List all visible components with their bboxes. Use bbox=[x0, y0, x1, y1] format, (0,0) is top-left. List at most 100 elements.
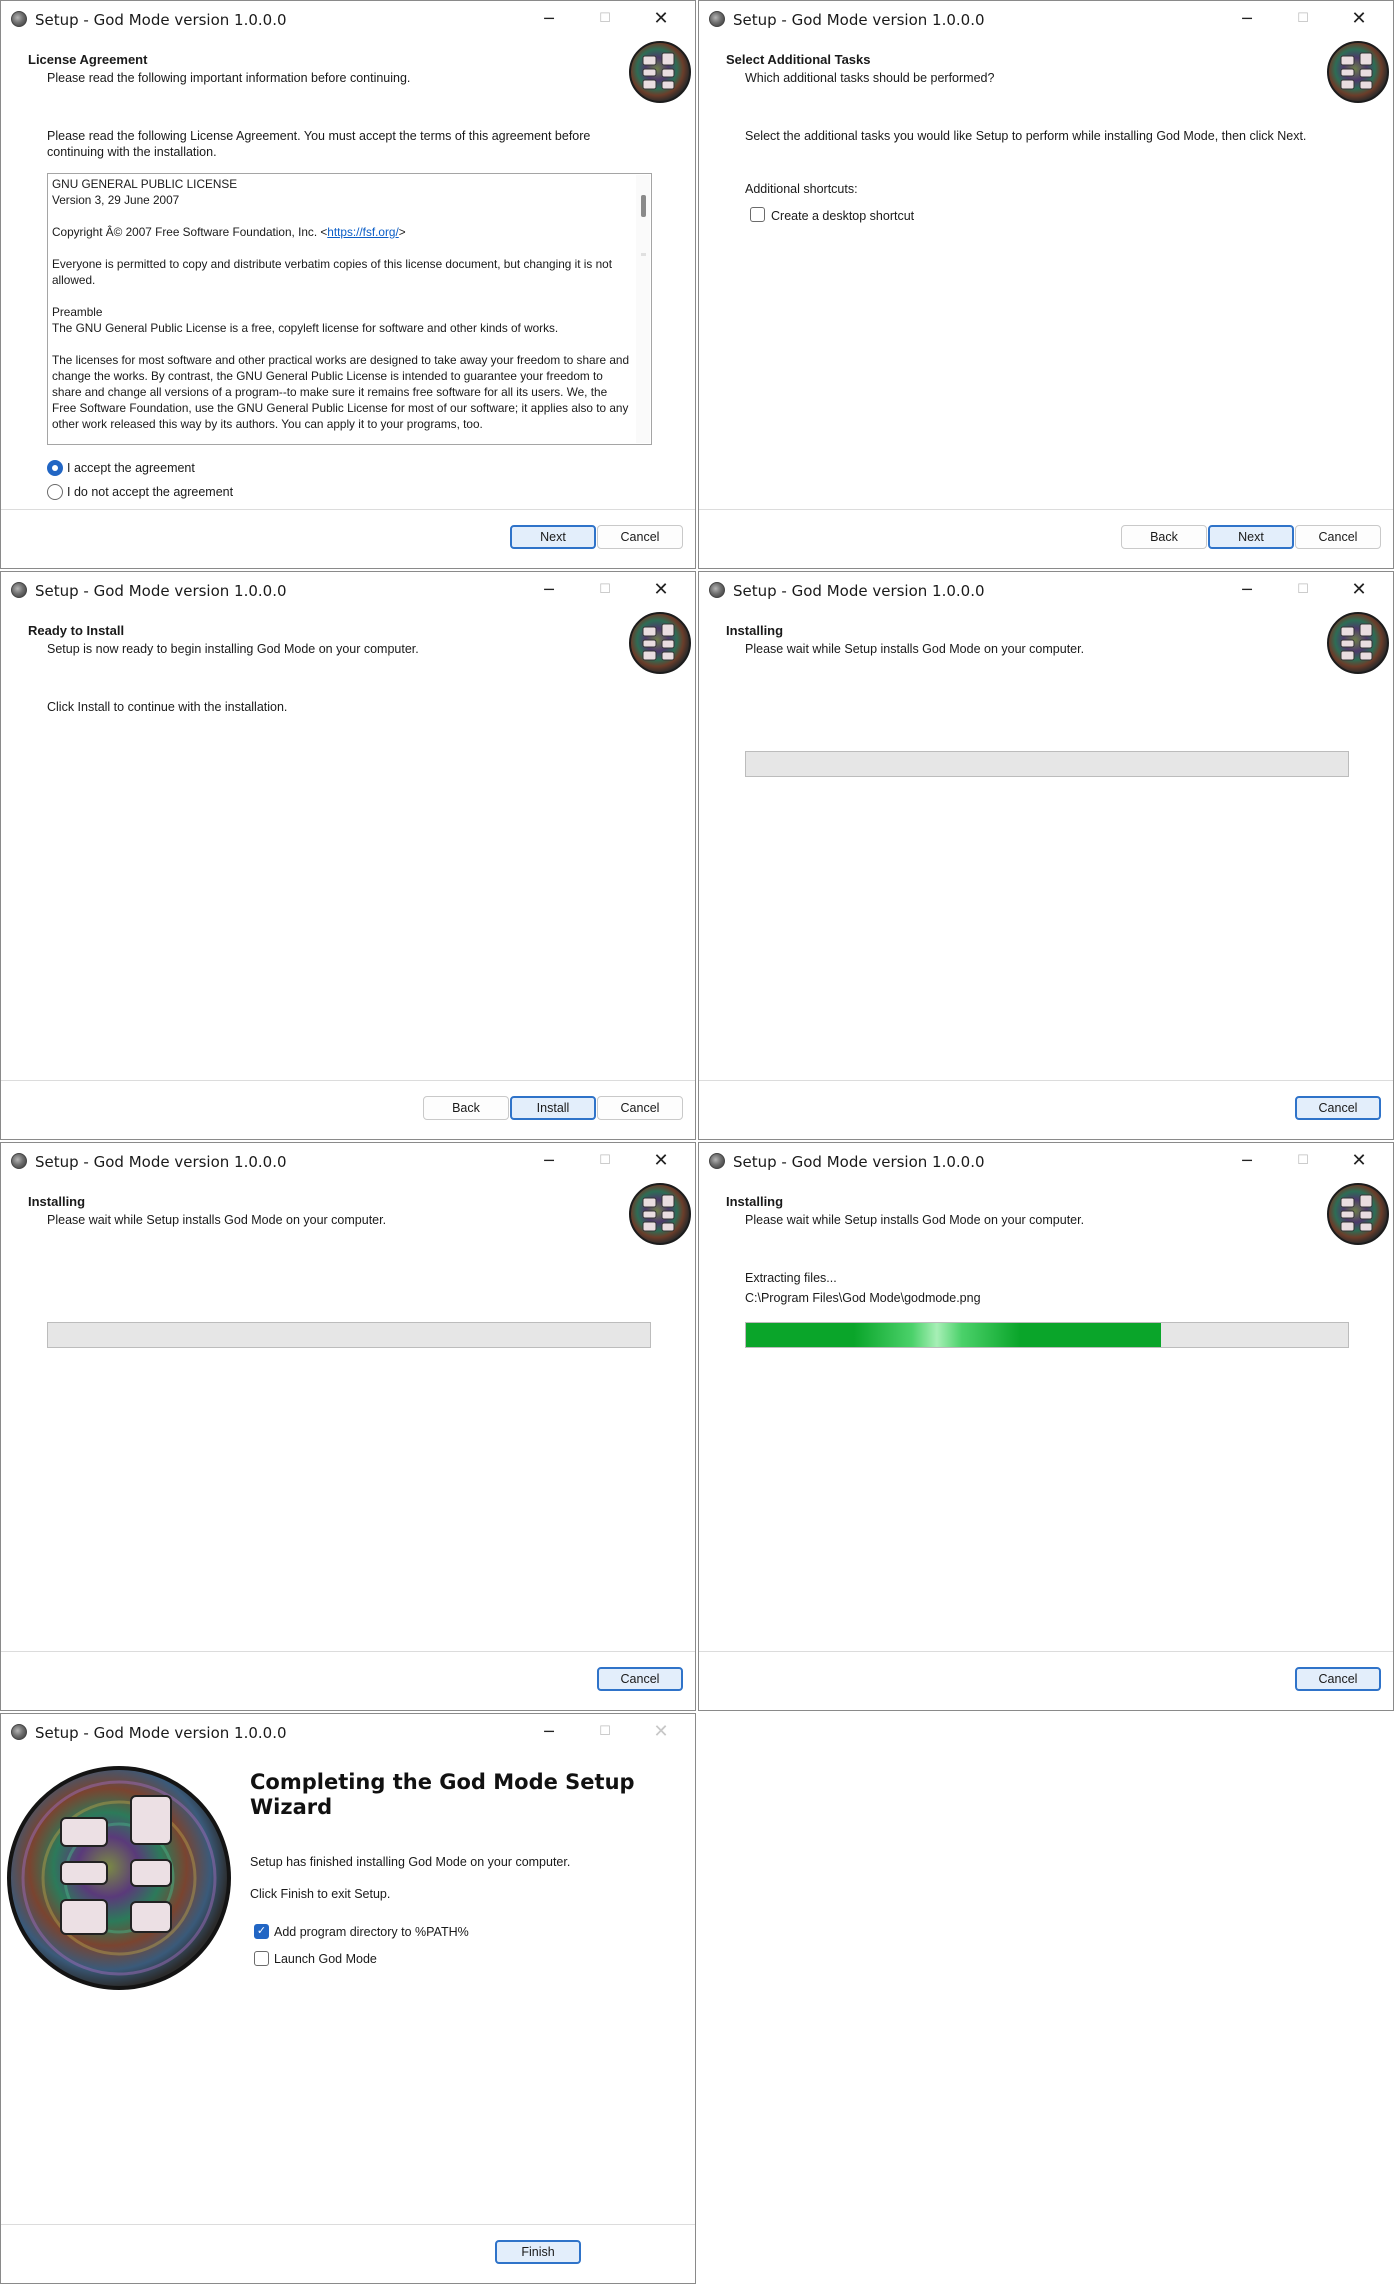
license-line: Copyright Â© 2007 Free Software Foundati… bbox=[52, 225, 328, 239]
next-button[interactable]: Next bbox=[1208, 525, 1294, 549]
finish-window: Setup - God Mode version 1.0.0.0 ─ ☐ ✕ C… bbox=[0, 1713, 696, 2284]
license-line: GNU GENERAL PUBLIC LICENSE bbox=[52, 177, 238, 191]
cancel-button[interactable]: Cancel bbox=[1295, 1667, 1381, 1691]
next-button[interactable]: Next bbox=[510, 525, 596, 549]
finish-title: Completing the God Mode Setup Wizard bbox=[250, 1770, 635, 1819]
close-button[interactable]: ✕ bbox=[1339, 578, 1379, 602]
license-window: Setup - God Mode version 1.0.0.0 ─ ☐ ✕ L… bbox=[0, 0, 696, 569]
tasks-window: Setup - God Mode version 1.0.0.0 ─ ☐ ✕ S… bbox=[698, 0, 1394, 569]
license-intro: Please read the following License Agreem… bbox=[47, 129, 591, 159]
progress-bar bbox=[745, 1322, 1349, 1348]
title-bar[interactable]: Setup - God Mode version 1.0.0.0 ─ ☐ ✕ bbox=[699, 572, 1393, 608]
maximize-button[interactable]: ☐ bbox=[585, 578, 625, 602]
button-bar: Cancel bbox=[699, 1651, 1393, 1710]
cancel-button[interactable]: Cancel bbox=[597, 1667, 683, 1691]
cancel-button[interactable]: Cancel bbox=[1295, 525, 1381, 549]
title-bar[interactable]: Setup - God Mode version 1.0.0.0 ─ ☐ ✕ bbox=[699, 1, 1393, 37]
close-button[interactable]: ✕ bbox=[641, 1149, 681, 1173]
minimize-button[interactable]: ─ bbox=[529, 1720, 569, 1744]
desktop-shortcut-checkbox[interactable] bbox=[750, 207, 765, 222]
close-button[interactable]: ✕ bbox=[641, 1720, 681, 1744]
close-button[interactable]: ✕ bbox=[641, 7, 681, 31]
license-line: The licenses for most software and other… bbox=[52, 353, 633, 431]
title-bar[interactable]: Setup - God Mode version 1.0.0.0 ─ ☐ ✕ bbox=[699, 1143, 1393, 1179]
close-button[interactable]: ✕ bbox=[641, 578, 681, 602]
button-bar: Cancel bbox=[1, 1651, 695, 1710]
back-button[interactable]: Back bbox=[423, 1096, 509, 1120]
button-bar: Cancel bbox=[699, 1080, 1393, 1139]
window-title: Setup - God Mode version 1.0.0.0 bbox=[35, 1153, 287, 1171]
back-button[interactable]: Back bbox=[1121, 525, 1207, 549]
app-icon bbox=[11, 1153, 27, 1169]
accept-label[interactable]: I accept the agreement bbox=[67, 461, 195, 475]
ready-window: Setup - God Mode version 1.0.0.0 ─ ☐ ✕ R… bbox=[0, 571, 696, 1140]
page-title: Select Additional Tasks bbox=[726, 52, 871, 67]
maximize-button[interactable]: ☐ bbox=[1283, 578, 1323, 602]
install-button[interactable]: Install bbox=[510, 1096, 596, 1120]
title-bar[interactable]: Setup - God Mode version 1.0.0.0 ─ ☐ ✕ bbox=[1, 572, 695, 608]
maximize-button[interactable]: ☐ bbox=[585, 1720, 625, 1744]
minimize-button[interactable]: ─ bbox=[1227, 1149, 1267, 1173]
decline-radio[interactable] bbox=[47, 484, 63, 500]
maximize-button[interactable]: ☐ bbox=[585, 1149, 625, 1173]
page-subtitle: Which additional tasks should be perform… bbox=[745, 71, 995, 85]
tasks-intro: Select the additional tasks you would li… bbox=[745, 129, 1307, 143]
add-path-checkbox[interactable]: ✓ bbox=[254, 1924, 269, 1939]
button-bar: Finish bbox=[1, 2224, 695, 2283]
accept-radio[interactable] bbox=[47, 460, 63, 476]
title-bar[interactable]: Setup - God Mode version 1.0.0.0 ─ ☐ ✕ bbox=[1, 1, 695, 37]
close-button[interactable]: ✕ bbox=[1339, 1149, 1379, 1173]
god-mode-logo bbox=[1327, 1183, 1389, 1245]
god-mode-logo bbox=[1327, 41, 1389, 103]
page-title: Installing bbox=[28, 1194, 86, 1209]
cancel-button[interactable]: Cancel bbox=[597, 525, 683, 549]
window-title: Setup - God Mode version 1.0.0.0 bbox=[733, 1153, 985, 1171]
minimize-button[interactable]: ─ bbox=[529, 578, 569, 602]
button-bar: Back Install Cancel bbox=[1, 1080, 695, 1139]
maximize-button[interactable]: ☐ bbox=[1283, 1149, 1323, 1173]
finish-line-2: Click Finish to exit Setup. bbox=[250, 1887, 391, 1901]
window-title: Setup - God Mode version 1.0.0.0 bbox=[35, 582, 287, 600]
progress-bar bbox=[745, 751, 1349, 777]
license-line: Everyone is permitted to copy and distri… bbox=[52, 257, 616, 287]
cancel-button[interactable]: Cancel bbox=[1295, 1096, 1381, 1120]
installing-window-1: Setup - God Mode version 1.0.0.0 ─ ☐ ✕ I… bbox=[698, 571, 1394, 1140]
scroll-thumb[interactable] bbox=[641, 195, 646, 217]
add-path-label[interactable]: Add program directory to %PATH% bbox=[274, 1925, 469, 1939]
title-bar[interactable]: Setup - God Mode version 1.0.0.0 ─ ☐ ✕ bbox=[1, 1143, 695, 1179]
launch-checkbox[interactable] bbox=[254, 1951, 269, 1966]
app-icon bbox=[709, 11, 725, 27]
app-icon bbox=[11, 582, 27, 598]
decline-label[interactable]: I do not accept the agreement bbox=[67, 485, 233, 499]
page-subtitle: Please wait while Setup installs God Mod… bbox=[745, 642, 1085, 656]
maximize-button[interactable]: ☐ bbox=[585, 7, 625, 31]
minimize-button[interactable]: ─ bbox=[1227, 7, 1267, 31]
maximize-button[interactable]: ☐ bbox=[1283, 7, 1323, 31]
close-button[interactable]: ✕ bbox=[1339, 7, 1379, 31]
page-title: Installing bbox=[726, 623, 784, 638]
button-bar: Next Cancel bbox=[1, 509, 695, 568]
god-mode-wizard-logo bbox=[7, 1766, 231, 1990]
launch-label[interactable]: Launch God Mode bbox=[274, 1952, 377, 1966]
title-bar[interactable]: Setup - God Mode version 1.0.0.0 ─ ☐ ✕ bbox=[1, 1714, 695, 1750]
button-bar: Back Next Cancel bbox=[699, 509, 1393, 568]
license-textbox[interactable]: GNU GENERAL PUBLIC LICENSE Version 3, 29… bbox=[47, 173, 652, 445]
shortcuts-group-label: Additional shortcuts: bbox=[745, 182, 858, 196]
page-title: License Agreement bbox=[28, 52, 148, 67]
progress-bar bbox=[47, 1322, 651, 1348]
license-scrollbar[interactable] bbox=[636, 175, 650, 443]
minimize-button[interactable]: ─ bbox=[529, 7, 569, 31]
minimize-button[interactable]: ─ bbox=[1227, 578, 1267, 602]
page-title: Installing bbox=[726, 1194, 784, 1209]
finish-button[interactable]: Finish bbox=[495, 2240, 581, 2264]
cancel-button[interactable]: Cancel bbox=[597, 1096, 683, 1120]
scroll-track bbox=[641, 253, 646, 256]
installing-window-3: Setup - God Mode version 1.0.0.0 ─ ☐ ✕ I… bbox=[698, 1142, 1394, 1711]
fsf-link[interactable]: https://fsf.org/ bbox=[327, 225, 398, 239]
app-icon bbox=[709, 1153, 725, 1169]
current-file: C:\Program Files\God Mode\godmode.png bbox=[745, 1291, 981, 1305]
desktop-shortcut-label[interactable]: Create a desktop shortcut bbox=[771, 208, 914, 224]
minimize-button[interactable]: ─ bbox=[529, 1149, 569, 1173]
window-title: Setup - God Mode version 1.0.0.0 bbox=[35, 1724, 287, 1742]
page-title: Ready to Install bbox=[28, 623, 125, 638]
